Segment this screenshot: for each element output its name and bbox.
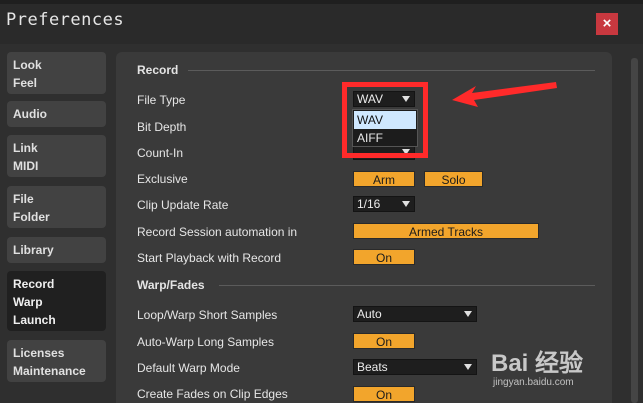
armed-tracks-button[interactable]: Armed Tracks	[353, 223, 539, 239]
exclusive-solo-button[interactable]: Solo	[424, 171, 483, 187]
file-type-label: File Type	[137, 93, 186, 107]
sidebar-item-label: Library	[13, 243, 54, 257]
top-strip	[0, 0, 643, 4]
count-in-label: Count-In	[137, 146, 184, 160]
sidebar-item-label: Folder	[13, 210, 50, 224]
create-fades-label: Create Fades on Clip Edges	[137, 387, 288, 401]
start-playback-label: Start Playback with Record	[137, 251, 282, 265]
window-title: Preferences	[6, 10, 125, 30]
sidebar-item-label: Maintenance	[13, 364, 86, 378]
sidebar-item-licenses-maintenance[interactable]: Licenses Maintenance	[7, 340, 106, 382]
auto-warp-long-toggle[interactable]: On	[353, 333, 415, 349]
default-warp-mode-value: Beats	[357, 360, 388, 374]
sidebar-item-label: File	[13, 192, 34, 206]
sidebar-item-label: Audio	[13, 107, 47, 121]
watermark-url: jingyan.baidu.com	[493, 377, 574, 388]
watermark-logo: Bai 经验	[491, 350, 584, 377]
sidebar-item-label: Licenses	[13, 346, 65, 360]
annotation-highlight-box	[342, 82, 428, 158]
chevron-down-icon	[402, 201, 410, 207]
sidebar-item-label: Warp	[13, 295, 43, 309]
exclusive-arm-button[interactable]: Arm	[353, 171, 415, 187]
clip-update-rate-value: 1/16	[357, 197, 381, 211]
loop-warp-short-value: Auto	[357, 307, 382, 321]
sidebar-item-label: Look	[13, 58, 42, 72]
sidebar-item-label: Link	[13, 141, 38, 155]
section-header-record: Record	[137, 63, 179, 77]
default-warp-mode-dropdown[interactable]: Beats	[353, 359, 477, 375]
sidebar-item-link-midi[interactable]: Link MIDI	[7, 135, 106, 177]
sidebar-item-label: Launch	[13, 313, 56, 327]
annotation-arrow-icon	[452, 82, 557, 107]
preferences-window: Preferences × Look Feel Audio Link MIDI …	[0, 0, 643, 403]
sidebar-item-label: MIDI	[13, 159, 39, 173]
close-button[interactable]: ×	[596, 13, 618, 35]
loop-warp-short-label: Loop/Warp Short Samples	[137, 308, 278, 322]
chevron-down-icon	[464, 311, 472, 317]
bit-depth-label: Bit Depth	[137, 120, 187, 134]
sidebar-item-label: Record	[13, 277, 55, 291]
chevron-down-icon	[464, 364, 472, 370]
sidebar-item-look-feel[interactable]: Look Feel	[7, 52, 106, 94]
sidebar-item-library[interactable]: Library	[7, 237, 106, 263]
section-divider	[188, 70, 595, 71]
vertical-scrollbar[interactable]	[631, 58, 638, 403]
loop-warp-short-dropdown[interactable]: Auto	[353, 306, 477, 322]
record-session-automation-label: Record Session automation in	[137, 225, 298, 239]
sidebar-item-audio[interactable]: Audio	[7, 101, 106, 127]
clip-update-rate-label: Clip Update Rate	[137, 198, 229, 212]
section-header-warp-fades: Warp/Fades	[137, 278, 205, 292]
sidebar-item-file-folder[interactable]: File Folder	[7, 186, 106, 228]
exclusive-label: Exclusive	[137, 172, 188, 186]
start-playback-toggle[interactable]: On	[353, 249, 415, 265]
auto-warp-long-label: Auto-Warp Long Samples	[137, 335, 274, 349]
sidebar-item-label: Feel	[13, 76, 38, 90]
section-divider	[219, 285, 595, 286]
sidebar-item-record-warp-launch[interactable]: Record Warp Launch	[7, 271, 106, 331]
default-warp-mode-label: Default Warp Mode	[137, 361, 240, 375]
clip-update-rate-dropdown[interactable]: 1/16	[353, 196, 415, 212]
create-fades-toggle[interactable]: On	[353, 386, 415, 402]
